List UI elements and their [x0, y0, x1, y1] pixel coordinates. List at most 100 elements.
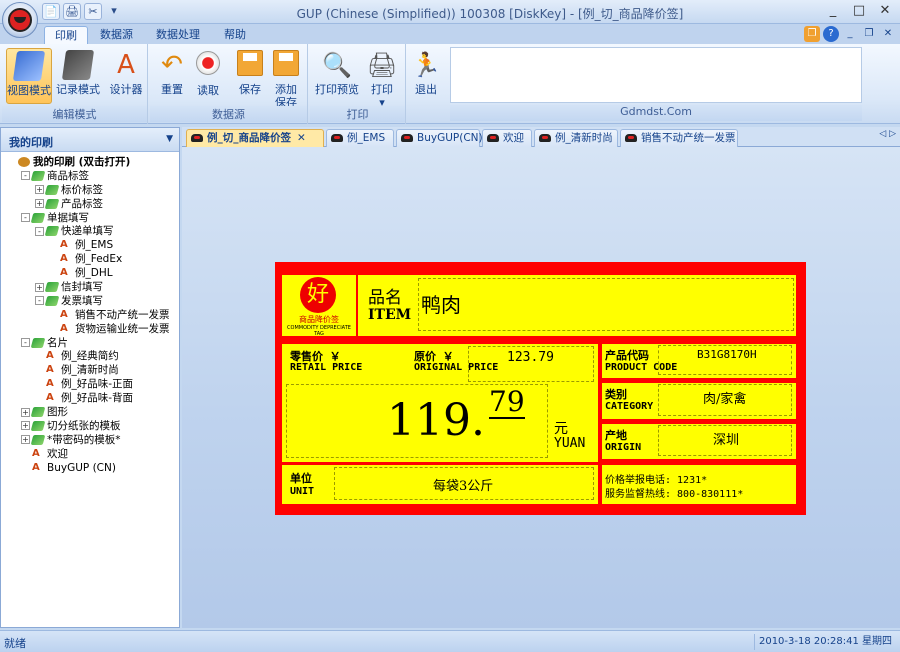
tree-node[interactable]: - 发票填写 [1, 294, 179, 308]
document-tab[interactable]: 欢迎 [482, 129, 532, 147]
designer-button[interactable]: A 设计器 [104, 48, 148, 104]
record-mode-label: 记录模式 [56, 83, 100, 96]
mdi-restore-button[interactable]: ❐ [861, 26, 877, 42]
restore-layout-icon[interactable]: ❐ [804, 26, 820, 42]
retail-label-en: RETAIL PRICE [290, 362, 363, 373]
tab-print[interactable]: 印刷 [44, 26, 88, 45]
expand-icon[interactable]: + [35, 199, 44, 209]
tree-node[interactable]: + 产品标签 [1, 197, 179, 211]
tree-node-label: 图形 [47, 406, 68, 419]
new-doc-icon[interactable]: 📄 [42, 3, 60, 20]
tree-node[interactable]: A 例_EMS [1, 238, 179, 252]
tree-node-label: 我的印刷 (双击打开) [33, 156, 131, 168]
print-icon[interactable]: 🖨 [63, 3, 81, 20]
exit-icon: 🏃 [411, 51, 441, 79]
record-mode-button[interactable]: 记录模式 [54, 48, 102, 104]
tree-node[interactable]: 我的印刷 (双击打开) [1, 155, 179, 169]
tab-data-processing[interactable]: 数据处理 [146, 26, 210, 45]
category-cell: 类别 CATEGORY 肉/家禽 [602, 383, 796, 419]
qat-dropdown-icon[interactable]: ▾ [105, 3, 123, 20]
tree-node[interactable]: A 例_清新时尚 [1, 363, 179, 377]
tree-node[interactable]: + *带密码的模板* [1, 433, 179, 447]
collapse-icon[interactable]: - [21, 338, 30, 348]
document-tab[interactable]: 例_EMS [326, 129, 394, 147]
maximize-button[interactable]: □ [848, 2, 870, 20]
collapse-icon[interactable]: - [21, 213, 30, 223]
tree-node[interactable]: + 图形 [1, 405, 179, 419]
sidebar-title: 我的印刷 [9, 136, 53, 149]
expand-icon[interactable]: + [35, 185, 44, 195]
expand-icon[interactable]: + [21, 407, 30, 417]
document-tab[interactable]: BuyGUP(CN) [396, 129, 483, 147]
expand-icon[interactable]: + [35, 282, 44, 292]
item-field[interactable]: 鸭肉 [418, 278, 794, 331]
folder-icon [30, 434, 46, 445]
folder-icon [44, 295, 60, 306]
category-field[interactable]: 肉/家禽 [658, 384, 792, 416]
tree-node[interactable]: - 名片 [1, 336, 179, 350]
tree-node[interactable]: + 信封填写 [1, 280, 179, 294]
tab-datasource[interactable]: 数据源 [90, 26, 143, 45]
mdi-minimize-button[interactable]: _ [842, 26, 858, 42]
tree-node[interactable]: A 销售不动产统一发票 [1, 308, 179, 322]
reset-icon: ↶ [161, 50, 183, 80]
document-tab[interactable]: 例_清新时尚 [534, 129, 618, 147]
tree-node[interactable]: + 切分纸张的模板 [1, 419, 179, 433]
origin-cell: 产地 ORIGIN 深圳 [602, 424, 796, 459]
folder-icon [44, 184, 60, 195]
tree-node-label: BuyGUP (CN) [47, 461, 116, 474]
tree-node[interactable]: A 例_FedEx [1, 252, 179, 266]
tab-nav-arrows[interactable]: ◁ ▷ [879, 129, 896, 139]
collapse-icon[interactable]: - [21, 171, 30, 181]
code-field[interactable]: B31G8170H [658, 345, 792, 375]
tree-node[interactable]: A 欢迎 [1, 447, 179, 461]
retail-price-field[interactable]: 119. 79 [286, 384, 548, 458]
tree-node[interactable]: - 快递单填写 [1, 224, 179, 238]
original-price-field[interactable]: 123.79 [468, 346, 594, 382]
collapse-icon[interactable]: - [35, 226, 44, 236]
tree-node[interactable]: A 例_DHL [1, 266, 179, 280]
price-report-phone: 价格举报电话: 1231* [605, 475, 708, 486]
item-label-cn: 品名 [368, 288, 402, 308]
template-tree: 我的印刷 (双击打开) - 商品标签 + 标价标签 + 产品标签 - 单据填写 - 快递单填写 A 例_… [1, 152, 179, 477]
add-save-button[interactable]: 添加 保存 [264, 48, 308, 109]
folder-icon [30, 170, 46, 181]
folder-icon [30, 420, 46, 431]
template-icon: A [46, 392, 54, 404]
tree-node[interactable]: A 货物运输业统一发票 [1, 322, 179, 336]
read-button[interactable]: 读取 [186, 48, 230, 104]
tree-node[interactable]: A 例_好品味-正面 [1, 377, 179, 391]
close-tab-icon[interactable]: ✕ [297, 132, 306, 144]
tab-help[interactable]: 帮助 [214, 26, 256, 45]
document-tab[interactable]: 例_切_商品降价签 ✕ [186, 129, 324, 147]
mdi-close-button[interactable]: ✕ [880, 26, 896, 42]
tree-node[interactable]: + 标价标签 [1, 183, 179, 197]
document-tab[interactable]: 销售不动产统一发票 [620, 129, 738, 147]
view-mode-button[interactable]: 视图模式 [6, 48, 52, 104]
print-button[interactable]: 🖨 打印 ▾ [360, 48, 404, 109]
service-hotline: 服务监督热线: 800-830111* [605, 489, 744, 500]
tree-node[interactable]: A 例_经典简约 [1, 349, 179, 363]
unit-field[interactable]: 每袋3公斤 [334, 467, 594, 500]
help-icon[interactable]: ? [823, 26, 839, 42]
tree-node-label: 单据填写 [47, 211, 89, 224]
exit-button[interactable]: 🏃 退出 [404, 48, 448, 104]
close-button[interactable]: ✕ [874, 2, 896, 20]
expand-icon[interactable]: + [21, 435, 30, 445]
collapse-icon[interactable]: - [35, 296, 44, 306]
tree-node[interactable]: A 例_好品味-背面 [1, 391, 179, 405]
tree-node[interactable]: - 单据填写 [1, 211, 179, 225]
tree-node-label: 销售不动产统一发票 [75, 308, 170, 321]
tree-node[interactable]: A BuyGUP (CN) [1, 461, 179, 475]
print-preview-button[interactable]: 🔍 打印预览 [312, 48, 362, 104]
expand-icon[interactable]: + [21, 421, 30, 431]
tree-node-label: 例_FedEx [75, 253, 123, 266]
tree-node-label: 商品标签 [47, 169, 89, 182]
sidebar-dropdown-icon[interactable]: ▼ [166, 134, 173, 144]
application-menu-button[interactable] [2, 2, 38, 38]
document-tab-bar: ◁ ▷ 例_切_商品降价签 ✕ 例_EMS BuyGUP(CN) 欢迎 例_清新时尚 销售不… [182, 127, 900, 147]
origin-field[interactable]: 深圳 [658, 425, 792, 456]
tree-node[interactable]: - 商品标签 [1, 169, 179, 183]
minimize-button[interactable]: _ [822, 2, 844, 20]
cut-icon[interactable]: ✂ [84, 3, 102, 20]
